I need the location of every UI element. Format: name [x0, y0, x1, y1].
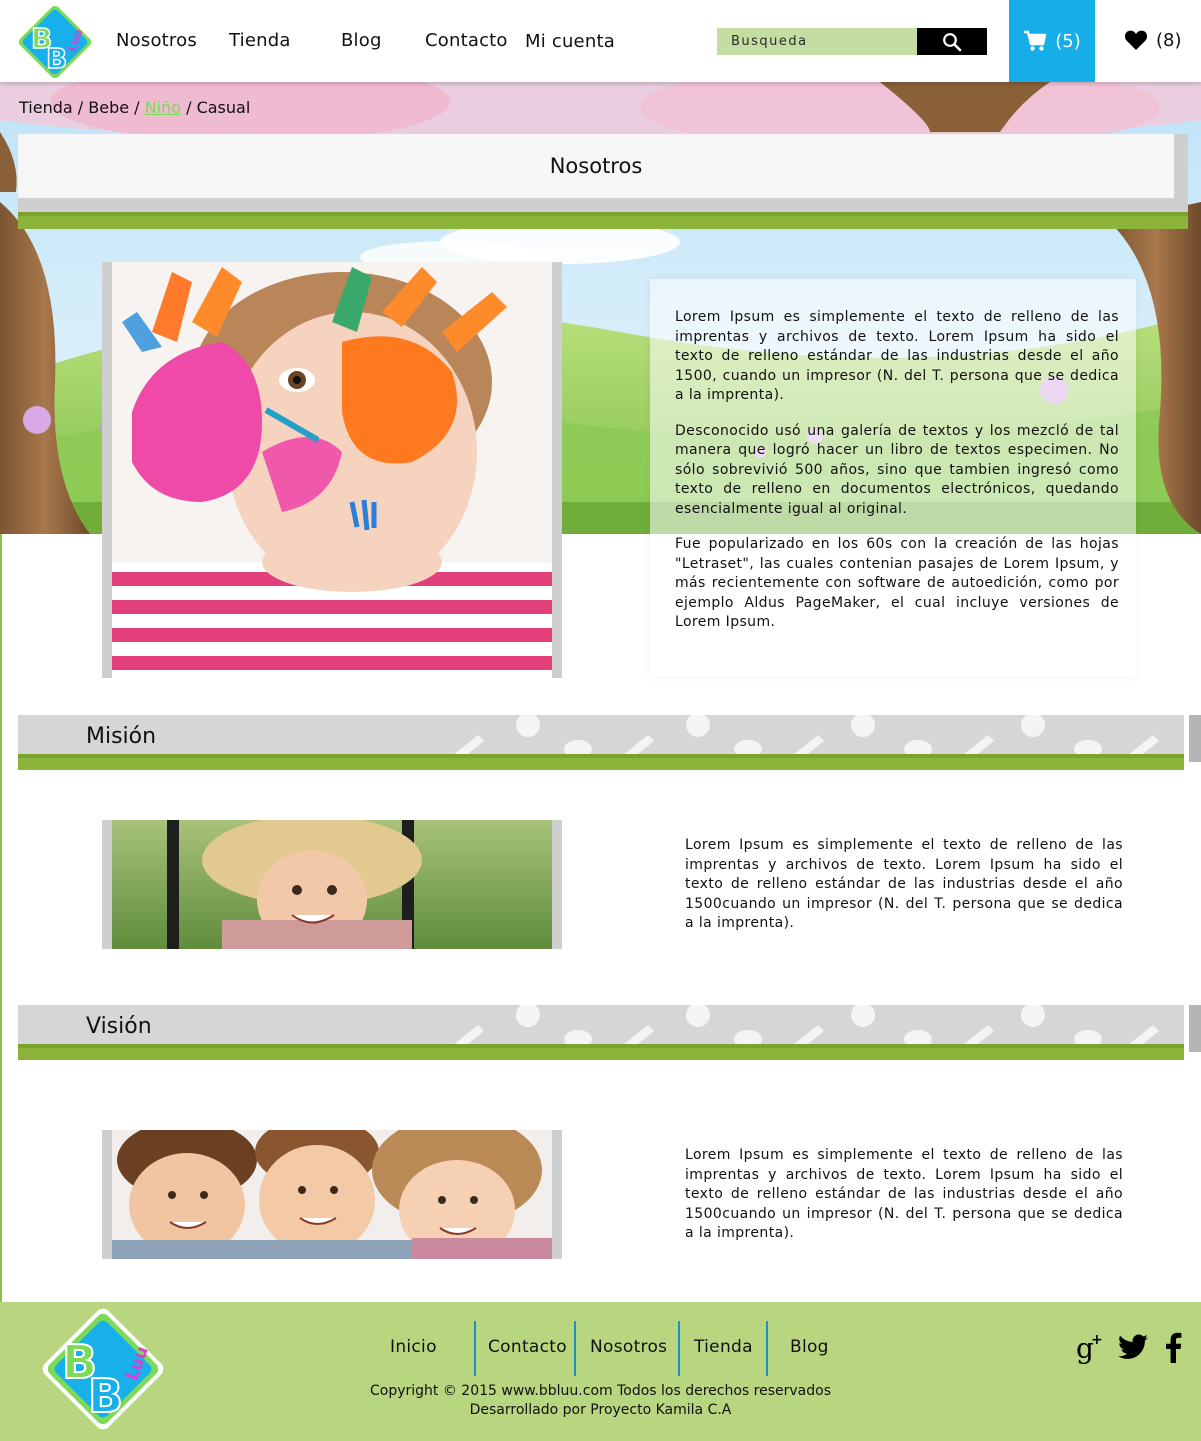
footer-separator	[766, 1321, 768, 1376]
breadcrumb-nino[interactable]: Niño	[145, 98, 181, 117]
footer-link-contacto[interactable]: Contacto	[488, 1337, 567, 1357]
mision-section-bar: Misión	[18, 715, 1201, 770]
three-children-image	[112, 1130, 552, 1259]
search-icon	[943, 32, 962, 51]
page-title-bar: Nosotros	[18, 134, 1188, 229]
footer-separator	[474, 1321, 476, 1376]
cart-count: (5)	[1055, 30, 1081, 52]
copyright-text: Copyright © 2015 www.bbluu.com Todos los…	[369, 1383, 832, 1399]
heart-icon	[1124, 30, 1148, 50]
nav-blog[interactable]: Blog	[341, 30, 382, 51]
section-bar-green-stripe	[18, 754, 1184, 770]
site-header: B B Luu Nosotros Tienda Blog Contacto Mi…	[0, 0, 1201, 82]
child-on-swing-image	[112, 820, 552, 949]
breadcrumb: Tienda / Bebe / Niño / Casual	[19, 98, 250, 117]
breadcrumb-separator: /	[134, 98, 140, 117]
mision-text: Lorem Ipsum es simplemente el texto de r…	[685, 837, 1123, 931]
cart-icon	[1024, 30, 1047, 51]
search-input[interactable]	[717, 28, 917, 55]
svg-text:+: +	[1091, 1332, 1103, 1348]
footer-link-blog[interactable]: Blog	[790, 1337, 829, 1357]
favorites-count: (8)	[1156, 29, 1182, 51]
title-bar-green-stripe	[18, 212, 1188, 229]
about-paragraph-2: Desconocido usó una galería de textos y …	[675, 422, 1119, 517]
svg-text:B: B	[46, 42, 67, 75]
vision-image-frame	[102, 1130, 562, 1259]
breadcrumb-separator: /	[186, 98, 192, 117]
page-title: Nosotros	[18, 134, 1174, 198]
google-plus-icon[interactable]: g +	[1076, 1330, 1106, 1368]
footer-nav: Inicio Contacto Nosotros Tienda Blog	[0, 1302, 1201, 1376]
site-logo[interactable]: B B Luu	[14, 4, 96, 80]
favorites-button[interactable]: (8)	[1124, 29, 1182, 51]
footer-link-tienda[interactable]: Tienda	[694, 1337, 753, 1357]
left-accent-line	[0, 534, 2, 1304]
footer-separator	[574, 1321, 576, 1376]
vision-text: Lorem Ipsum es simplemente el texto de r…	[685, 1147, 1123, 1241]
mision-title: Misión	[86, 724, 157, 749]
twitter-icon[interactable]	[1118, 1334, 1148, 1364]
footer-link-inicio[interactable]: Inicio	[390, 1337, 437, 1357]
search-bar	[717, 28, 987, 55]
nav-tienda[interactable]: Tienda	[229, 30, 291, 51]
breadcrumb-tienda[interactable]: Tienda	[19, 98, 73, 117]
section-bar-edge	[1189, 715, 1201, 762]
breadcrumb-bebe[interactable]: Bebe	[88, 98, 129, 117]
facebook-icon[interactable]	[1164, 1331, 1182, 1367]
vision-title: Visión	[86, 1014, 152, 1039]
developer-credit: Desarrollado por Proyecto Kamila C.A	[469, 1402, 732, 1418]
about-paragraph-3: Fue popularizado en los 60s con la creac…	[675, 536, 1119, 630]
section-bar-green-stripe	[18, 1044, 1184, 1060]
about-text-panel: Lorem Ipsum es simplemente el texto de r…	[650, 279, 1136, 677]
nav-nosotros[interactable]: Nosotros	[116, 30, 197, 51]
breadcrumb-separator: /	[77, 98, 84, 117]
child-painted-hands-image	[112, 262, 552, 678]
footer-link-nosotros[interactable]: Nosotros	[590, 1337, 667, 1357]
breadcrumb-casual: Casual	[196, 98, 251, 117]
cart-button[interactable]: (5)	[1009, 0, 1095, 82]
search-button[interactable]	[917, 28, 987, 55]
section-bar-edge	[1189, 1005, 1201, 1052]
mision-image-frame	[102, 820, 562, 949]
footer-separator	[678, 1321, 680, 1376]
about-image-frame	[102, 262, 562, 678]
about-paragraph-1: Lorem Ipsum es simplemente el texto de r…	[675, 309, 1119, 403]
footer-copyright: Copyright © 2015 www.bbluu.com Todos los…	[0, 1382, 1201, 1420]
nav-contacto[interactable]: Contacto	[425, 30, 508, 51]
vision-section-bar: Visión	[18, 1005, 1201, 1060]
nav-mi-cuenta[interactable]: Mi cuenta	[525, 31, 615, 52]
